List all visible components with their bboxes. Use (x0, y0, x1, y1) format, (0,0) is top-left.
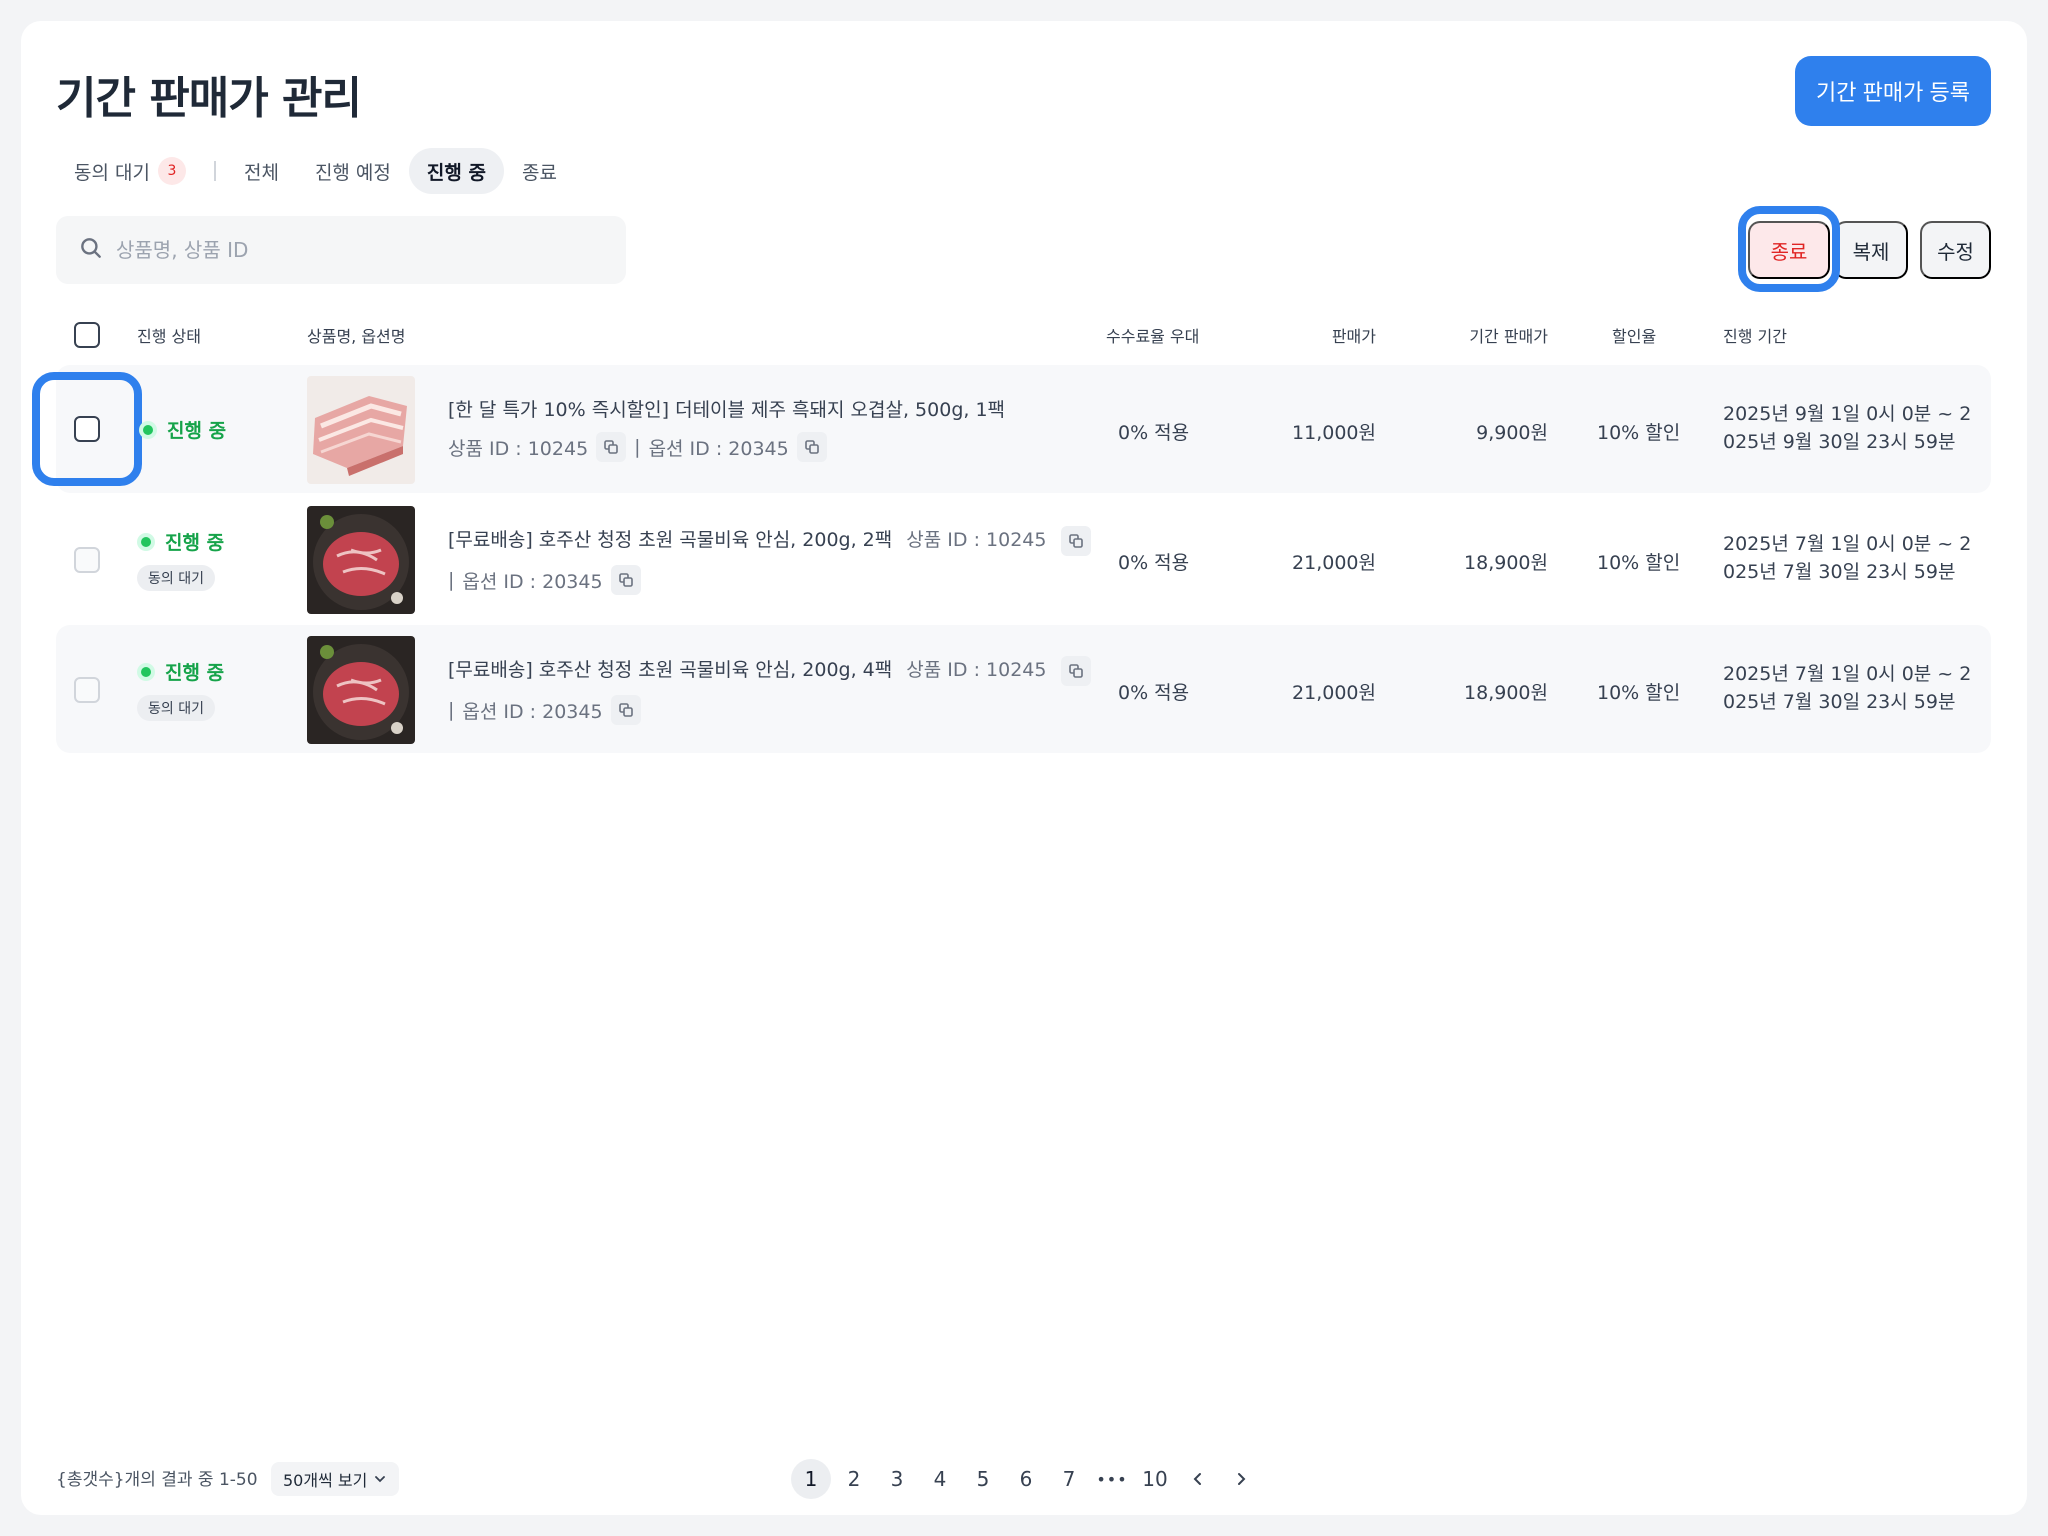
fee-cell: 0% 적용 (1118, 422, 1190, 444)
tab-scheduled[interactable]: 진행 예정 (297, 148, 409, 194)
page-button[interactable]: 7 (1049, 1459, 1089, 1499)
option-id: 옵션 ID : 20345 (462, 570, 603, 593)
page-button[interactable]: 2 (834, 1459, 874, 1499)
meta-separator: | (448, 699, 455, 721)
page-button[interactable]: 6 (1006, 1459, 1046, 1499)
row-checkbox[interactable] (74, 416, 100, 442)
discount-cell: 10% 할인 (1597, 422, 1681, 444)
product-line: [무료배송] 호주산 청정 초원 곡물비육 안심, 200g, 4팩 상품 ID… (448, 655, 1091, 686)
pending-count-badge: 3 (157, 157, 186, 185)
header-period: 진행 기간 (1723, 327, 1787, 346)
page-button[interactable]: 5 (963, 1459, 1003, 1499)
search-icon (78, 235, 104, 265)
tab-pending-consent[interactable]: 동의 대기 3 (56, 148, 204, 194)
fee-cell: 0% 적용 (1118, 682, 1190, 704)
search-box (56, 216, 626, 284)
edit-button[interactable]: 수정 (1920, 221, 1991, 279)
product-thumbnail (307, 506, 415, 614)
option-id: 옵션 ID : 20345 (648, 437, 789, 460)
status-text: 진행 중 (165, 662, 225, 684)
tab-ended[interactable]: 종료 (504, 148, 575, 194)
product-meta: 상품 ID : 10245 | 옵션 ID : 20345 (448, 432, 827, 462)
row-checkbox[interactable] (74, 677, 100, 703)
copy-icon[interactable] (1060, 525, 1091, 556)
fee-cell: 0% 적용 (1118, 552, 1190, 574)
chevron-left-icon[interactable] (1178, 1459, 1218, 1499)
period-price-cell: 18,900원 (1464, 682, 1548, 704)
period-cell: 2025년 7월 1일 0시 0분 ~ 2025년 7월 30일 23시 59분 (1723, 663, 1972, 713)
register-period-price-button[interactable]: 기간 판매가 등록 (1795, 56, 1991, 126)
copy-icon[interactable] (610, 565, 641, 595)
header-product: 상품명, 옵션명 (307, 327, 406, 346)
product-thumbnail (307, 636, 415, 744)
chevron-down-icon (373, 1472, 387, 1486)
page-button[interactable]: 10 (1135, 1459, 1175, 1499)
pagination: 1 2 3 4 5 6 7 ••• 10 (791, 1458, 1264, 1500)
price-cell: 11,000원 (1292, 422, 1376, 444)
status-dot-icon (137, 532, 155, 551)
status-text: 진행 중 (167, 420, 227, 442)
product-id: 상품 ID : 10245 (906, 659, 1047, 681)
meta-separator: | (448, 569, 455, 591)
status-dot-icon (137, 662, 155, 681)
product-thumbnail (307, 376, 415, 484)
page-ellipsis: ••• (1096, 1469, 1128, 1489)
pending-consent-badge: 동의 대기 (137, 695, 215, 721)
product-id: 상품 ID : 10245 (906, 529, 1047, 551)
tab-divider (213, 161, 216, 181)
product-name: [무료배송] 호주산 청정 초원 곡물비육 안심, 200g, 4팩 (448, 659, 893, 681)
page-button[interactable]: 3 (877, 1459, 917, 1499)
status-label: 진행 중 (137, 528, 224, 555)
status-label: 진행 중 (139, 416, 226, 443)
duplicate-button[interactable]: 복제 (1834, 221, 1908, 279)
tab-in-progress[interactable]: 진행 중 (408, 148, 504, 194)
tab-all[interactable]: 전체 (226, 148, 297, 194)
price-cell: 21,000원 (1292, 682, 1376, 704)
header-status: 진행 상태 (137, 327, 201, 346)
period-cell: 2025년 7월 1일 0시 0분 ~ 2025년 7월 30일 23시 59분 (1723, 533, 1972, 583)
product-name: [무료배송] 호주산 청정 초원 곡물비육 안심, 200g, 2팩 (448, 529, 893, 551)
status-label: 진행 중 (137, 658, 224, 685)
copy-icon[interactable] (596, 432, 627, 462)
copy-icon[interactable] (1060, 655, 1091, 686)
product-name: [한 달 특가 10% 즉시할인] 더테이블 제주 흑돼지 오겹살, 500g,… (448, 399, 1006, 421)
end-button[interactable]: 종료 (1748, 221, 1830, 279)
status-dot-icon (139, 420, 157, 439)
header-fee: 수수료율 우대 (1106, 327, 1200, 346)
pending-consent-badge: 동의 대기 (137, 565, 215, 591)
search-input[interactable] (116, 238, 596, 262)
meta-separator: | (634, 436, 641, 458)
select-all-checkbox[interactable] (74, 322, 100, 348)
discount-cell: 10% 할인 (1597, 552, 1681, 574)
period-price-cell: 9,900원 (1476, 422, 1548, 444)
header-price: 판매가 (1331, 327, 1376, 346)
per-page-label: 50개씩 보기 (283, 1471, 368, 1490)
copy-icon[interactable] (796, 432, 827, 462)
per-page-select[interactable]: 50개씩 보기 (271, 1462, 400, 1496)
copy-icon[interactable] (610, 695, 641, 725)
option-id: 옵션 ID : 20345 (462, 700, 603, 723)
header-discount: 할인율 (1612, 327, 1657, 346)
period-price-cell: 18,900원 (1464, 552, 1548, 574)
result-summary: {총갯수}개의 결과 중 1-50 (56, 1470, 258, 1490)
product-id: 상품 ID : 10245 (448, 437, 589, 460)
row-checkbox[interactable] (74, 547, 100, 573)
product-meta: | 옵션 ID : 20345 (448, 695, 641, 725)
discount-cell: 10% 할인 (1597, 682, 1681, 704)
header-period-price: 기간 판매가 (1469, 327, 1548, 346)
status-tabs: 동의 대기 3 전체 진행 예정 진행 중 종료 (56, 148, 575, 194)
tab-label: 동의 대기 (74, 161, 150, 184)
page-button[interactable]: 4 (920, 1459, 960, 1499)
product-meta: | 옵션 ID : 20345 (448, 565, 641, 595)
price-cell: 21,000원 (1292, 552, 1376, 574)
page-button[interactable]: 1 (791, 1459, 831, 1499)
period-cell: 2025년 9월 1일 0시 0분 ~ 2025년 9월 30일 23시 59분 (1723, 403, 1972, 453)
product-line: [무료배송] 호주산 청정 초원 곡물비육 안심, 200g, 2팩 상품 ID… (448, 525, 1091, 556)
page-title: 기간 판매가 관리 (56, 73, 362, 124)
status-text: 진행 중 (165, 532, 225, 554)
chevron-right-icon[interactable] (1221, 1459, 1261, 1499)
